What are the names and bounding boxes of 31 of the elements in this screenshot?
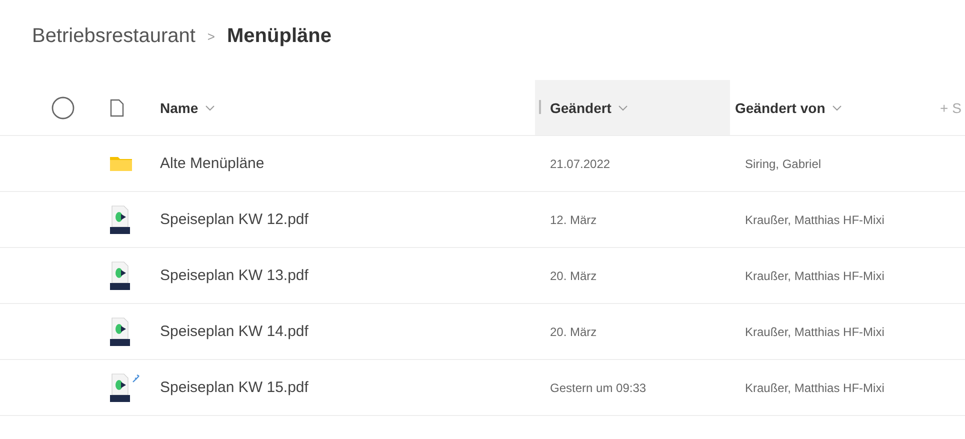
breadcrumb-current: Menüpläne (227, 24, 332, 48)
pdf-file-icon (110, 372, 130, 402)
column-header[interactable]: Geändert (535, 80, 730, 135)
chevron-icon (618, 104, 628, 110)
column-header[interactable]: Name (155, 80, 535, 135)
breadcrumb-parent[interactable]: Betriebsrestaurant (32, 24, 196, 48)
modified-by: Siring, Gabriel (745, 156, 822, 170)
folder-icon (110, 156, 132, 171)
chevron-icon (832, 104, 842, 110)
modified-date: 20. März (550, 324, 597, 338)
pdf-file-icon (110, 260, 130, 290)
pdf-file-icon (110, 204, 130, 234)
select-all-icon[interactable] (50, 96, 74, 120)
modified-by: Kraußer, Matthias HF-Mixi (745, 324, 884, 338)
breadcrumb-separator: > (207, 28, 216, 44)
file-name[interactable]: Speiseplan KW 13.pdf (160, 267, 308, 284)
file-name[interactable]: Alte Menüpläne (160, 155, 264, 172)
chevron-icon (205, 104, 216, 110)
modified-date: 20. März (550, 268, 597, 282)
file-type-icon (110, 98, 124, 116)
pdf-file-icon (110, 316, 130, 346)
modified-date: 21.07.2022 (550, 156, 610, 170)
modified-date: Gestern um 09:33 (550, 380, 646, 394)
modified-by: Kraußer, Matthias HF-Mixi (745, 268, 884, 282)
file-name[interactable]: Speiseplan KW 12.pdf (160, 211, 308, 228)
column-header[interactable]: Geändert von (730, 80, 930, 135)
modified-by: Kraußer, Matthias HF-Mixi (745, 212, 884, 226)
modified-date: 12. März (550, 212, 597, 226)
modified-by: Kraußer, Matthias HF-Mixi (745, 380, 884, 394)
file-name[interactable]: Speiseplan KW 14.pdf (160, 323, 308, 340)
file-name[interactable]: Speiseplan KW 15.pdf (160, 379, 308, 396)
